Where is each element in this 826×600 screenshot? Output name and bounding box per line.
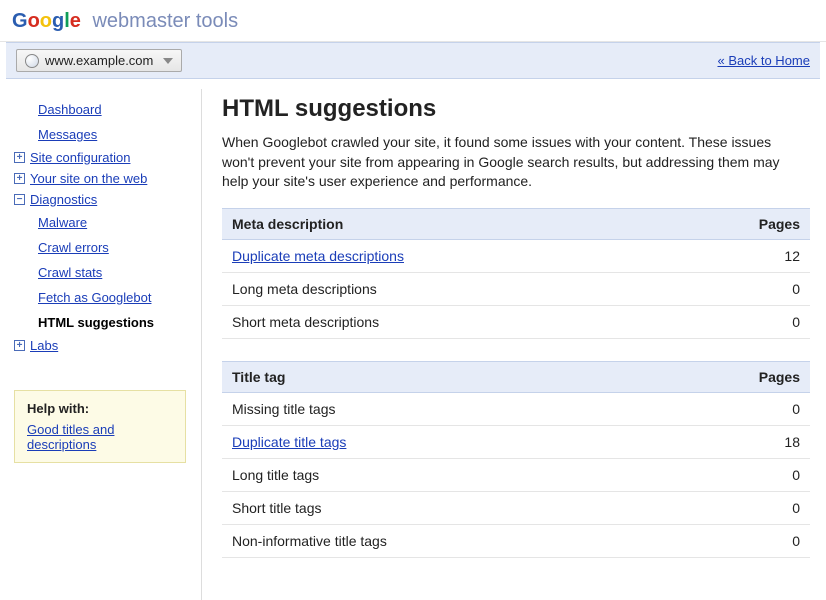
expand-icon[interactable]: +: [14, 152, 25, 163]
col-header-label: Meta description: [222, 208, 668, 239]
site-selector[interactable]: www.example.com: [16, 49, 182, 72]
sidebar-item-label: HTML suggestions: [38, 315, 154, 330]
toolbar: www.example.com « Back to Home: [6, 42, 820, 79]
table-row: Duplicate meta descriptions 12: [222, 239, 810, 272]
product-name: webmaster tools: [92, 10, 238, 32]
row-link[interactable]: Duplicate meta descriptions: [232, 248, 404, 264]
row-label: Missing title tags: [222, 392, 657, 425]
sidebar-item-site-configuration[interactable]: Site configuration: [30, 150, 130, 165]
help-link-good-titles[interactable]: Good titles and descriptions: [27, 422, 114, 452]
sidebar-item-crawl-errors[interactable]: Crawl errors: [38, 240, 109, 255]
row-label: Short meta descriptions: [222, 305, 668, 338]
row-count: 18: [657, 425, 810, 458]
help-box: Help with: Good titles and descriptions: [14, 390, 186, 463]
row-count: 0: [668, 272, 810, 305]
row-label: Long title tags: [222, 458, 657, 491]
col-header-pages: Pages: [657, 361, 810, 392]
row-label: Non-informative title tags: [222, 524, 657, 557]
table-row: Non-informative title tags0: [222, 524, 810, 557]
back-to-home-link[interactable]: « Back to Home: [718, 53, 811, 68]
col-header-pages: Pages: [668, 208, 810, 239]
chevron-down-icon: [163, 58, 173, 64]
table-row: Missing title tags0: [222, 392, 810, 425]
row-count: 0: [657, 524, 810, 557]
sidebar-item-messages[interactable]: Messages: [38, 127, 97, 142]
expand-icon[interactable]: +: [14, 173, 25, 184]
row-count: 0: [657, 392, 810, 425]
row-count: 0: [668, 305, 810, 338]
sidebar-item-html-suggestions[interactable]: HTML suggestions: [38, 310, 189, 335]
collapse-icon[interactable]: −: [14, 194, 25, 205]
row-count: 0: [657, 458, 810, 491]
row-count: 0: [657, 491, 810, 524]
table-row: Long meta descriptions0: [222, 272, 810, 305]
google-logo: Google: [12, 10, 86, 32]
expand-icon[interactable]: +: [14, 340, 25, 351]
main-content: HTML suggestions When Googlebot crawled …: [202, 89, 820, 600]
page-title: HTML suggestions: [222, 95, 810, 123]
help-box-title: Help with:: [27, 401, 173, 416]
row-label: Short title tags: [222, 491, 657, 524]
row-link[interactable]: Duplicate title tags: [232, 434, 346, 450]
page-intro: When Googlebot crawled your site, it fou…: [222, 133, 802, 192]
table-row: Duplicate title tags 18: [222, 425, 810, 458]
sidebar-item-your-site-on-web[interactable]: Your site on the web: [30, 171, 147, 186]
sidebar-item-dashboard[interactable]: Dashboard: [38, 102, 102, 117]
globe-icon: [25, 54, 39, 68]
header: Google webmaster tools: [0, 0, 826, 42]
meta-description-table: Meta description Pages Duplicate meta de…: [222, 208, 810, 339]
col-header-label: Title tag: [222, 361, 657, 392]
sidebar-item-labs[interactable]: Labs: [30, 338, 58, 353]
title-tag-table: Title tag Pages Missing title tags0Dupli…: [222, 361, 810, 558]
sidebar-item-fetch-as-googlebot[interactable]: Fetch as Googlebot: [38, 290, 151, 305]
sidebar: Dashboard Messages + Site configuration …: [6, 89, 202, 600]
table-row: Long title tags0: [222, 458, 810, 491]
table-row: Short title tags0: [222, 491, 810, 524]
table-row: Short meta descriptions0: [222, 305, 810, 338]
row-label: Long meta descriptions: [222, 272, 668, 305]
row-count: 12: [668, 239, 810, 272]
sidebar-item-crawl-stats[interactable]: Crawl stats: [38, 265, 102, 280]
sidebar-item-diagnostics[interactable]: Diagnostics: [30, 192, 97, 207]
site-selector-label: www.example.com: [45, 53, 153, 68]
sidebar-item-malware[interactable]: Malware: [38, 215, 87, 230]
